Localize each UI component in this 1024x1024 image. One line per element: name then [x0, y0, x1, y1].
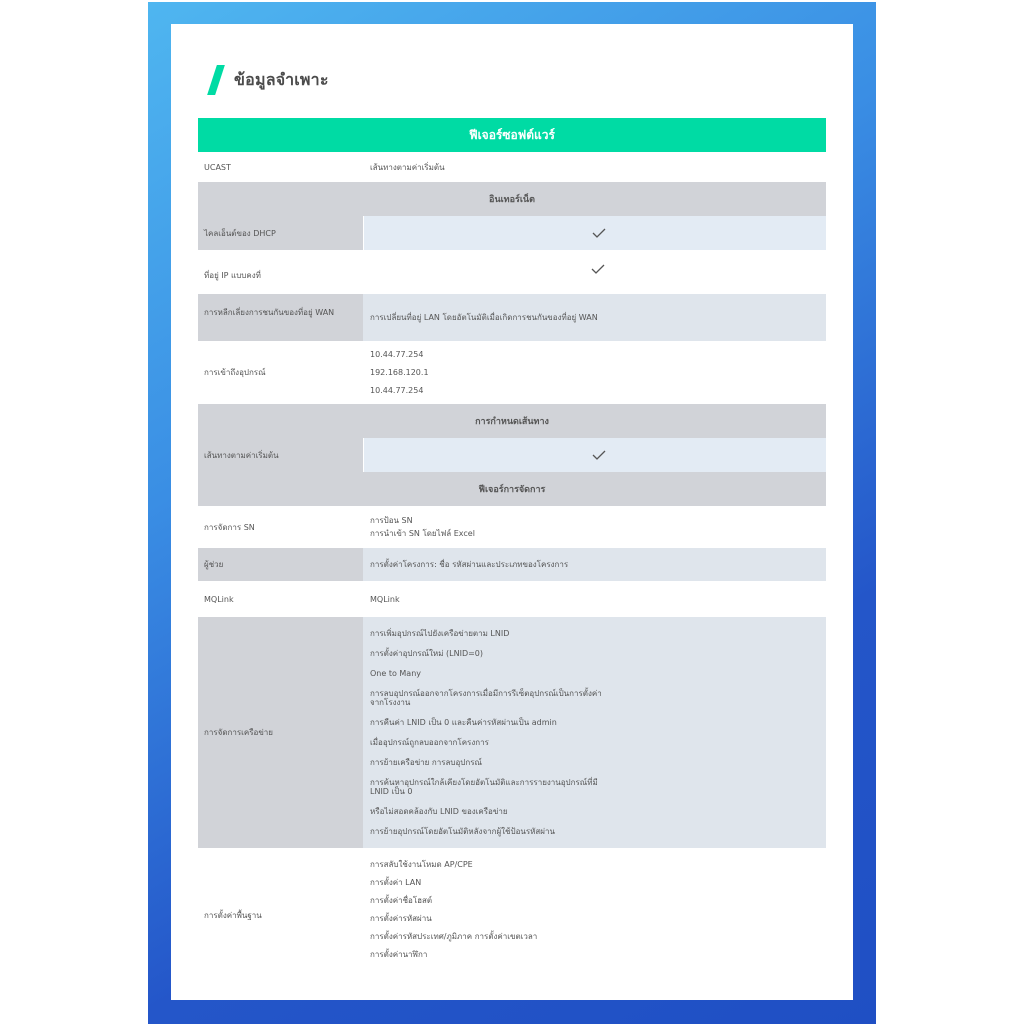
- page-title: ข้อมูลจำเพาะ: [234, 69, 329, 89]
- row-label: ผู้ช่วย: [198, 548, 363, 581]
- list-item: การตั้งค่าชื่อโฮสต์: [370, 896, 433, 905]
- row-label: การจัดการเครือข่าย: [198, 617, 363, 848]
- row-label: UCAST: [198, 152, 363, 182]
- list-item: เมื่ออุปกรณ์ถูกลบออกจากโครงการ: [370, 738, 489, 747]
- section-header-management: ฟีเจอร์การจัดการ: [198, 472, 826, 506]
- list-item: การตั้งค่ารหัสผ่าน: [370, 914, 432, 923]
- table-row: เส้นทางตามค่าเริ่มต้น: [198, 438, 826, 472]
- list-item: การลบอุปกรณ์ออกจากโครงการเมื่อมีการรีเซ็…: [370, 689, 602, 707]
- table-row: ที่อยู่ IP แบบคงที่: [198, 250, 826, 294]
- list-item: หรือไม่สอดคล้องกับ LNID ของเครือข่าย: [370, 807, 508, 816]
- list-item: การตั้งค่านาฬิกา: [370, 950, 428, 959]
- row-value: การตั้งค่าโครงการ: ชื่อ รหัสผ่านและประเภ…: [363, 548, 826, 581]
- row-label: เส้นทางตามค่าเริ่มต้น: [198, 438, 363, 472]
- section-header-internet: อินเทอร์เน็ต: [198, 182, 826, 216]
- table-row: UCAST เส้นทางตามค่าเริ่มต้น: [198, 152, 826, 182]
- list-item: การนำเข้า SN โดยไฟล์ Excel: [370, 529, 475, 538]
- ip-address: 192.168.120.1: [370, 368, 429, 377]
- row-value: การเพิ่มอุปกรณ์ไปยังเครือข่ายตาม LNID การ…: [363, 617, 826, 848]
- row-label: ไคลเอ็นต์ของ DHCP: [198, 216, 363, 250]
- table-row: การจัดการเครือข่าย การเพิ่มอุปกรณ์ไปยังเ…: [198, 617, 826, 848]
- row-value: [363, 216, 826, 250]
- list-item: การตั้งค่ารหัสประเทศ/ภูมิภาค การตั้งค่าเ…: [370, 932, 538, 941]
- heading-accent-bar: [207, 65, 225, 95]
- row-label: MQLink: [198, 581, 363, 617]
- list-item: การสลับใช้งานโหมด AP/CPE: [370, 860, 473, 869]
- list-item: การย้ายอุปกรณ์โดยอัตโนมัติหลังจากผู้ใช้ป…: [370, 827, 555, 836]
- row-value: [363, 438, 826, 472]
- table-row: การเข้าถึงอุปกรณ์ 10.44.77.254 192.168.1…: [198, 341, 826, 404]
- table-row: การจัดการ SN การป้อน SN การนำเข้า SN โดย…: [198, 506, 826, 548]
- heading: ข้อมูลจำเพาะ: [207, 64, 329, 96]
- table-row: ไคลเอ็นต์ของ DHCP: [198, 216, 826, 250]
- row-value: เส้นทางตามค่าเริ่มต้น: [363, 152, 826, 182]
- section-header-routing: การกำหนดเส้นทาง: [198, 404, 826, 438]
- ip-address: 10.44.77.254: [370, 350, 424, 359]
- check-icon: [371, 450, 826, 460]
- table-row: การตั้งค่าพื้นฐาน การสลับใช้งานโหมด AP/C…: [198, 848, 826, 982]
- list-item: One to Many: [370, 669, 422, 678]
- table-row: MQLink MQLink: [198, 581, 826, 617]
- list-item: การย้ายเครือข่าย การลบอุปกรณ์: [370, 758, 482, 767]
- row-value: การสลับใช้งานโหมด AP/CPE การตั้งค่า LAN กา…: [363, 848, 826, 982]
- check-icon: [371, 228, 826, 238]
- table-title: ฟีเจอร์ซอฟต์แวร์: [198, 118, 826, 152]
- row-value: 10.44.77.254 192.168.120.1 10.44.77.254: [363, 341, 826, 404]
- row-value: MQLink: [363, 581, 826, 617]
- check-icon: [370, 264, 826, 274]
- table-row: การหลีกเลี่ยงการชนกันของที่อยู่ WAN การเ…: [198, 294, 826, 341]
- row-label: การจัดการ SN: [198, 506, 363, 548]
- list-item: การป้อน SN: [370, 516, 413, 525]
- row-value: [363, 250, 826, 294]
- row-label: การเข้าถึงอุปกรณ์: [198, 341, 363, 404]
- row-value: การป้อน SN การนำเข้า SN โดยไฟล์ Excel: [363, 506, 826, 548]
- list-item: การตั้งค่าอุปกรณ์ใหม่ (LNID=0): [370, 649, 484, 658]
- list-item: การค้นหาอุปกรณ์ใกล้เคียงโดยอัตโนมัติและก…: [370, 778, 598, 796]
- row-label: การหลีกเลี่ยงการชนกันของที่อยู่ WAN: [198, 294, 363, 341]
- table-row: ผู้ช่วย การตั้งค่าโครงการ: ชื่อ รหัสผ่าน…: [198, 548, 826, 581]
- row-label: การตั้งค่าพื้นฐาน: [198, 848, 363, 982]
- list-item: การตั้งค่า LAN: [370, 878, 422, 887]
- row-label: ที่อยู่ IP แบบคงที่: [198, 250, 363, 294]
- list-item: การคืนค่า LNID เป็น 0 และคืนค่ารหัสผ่านเ…: [370, 718, 557, 727]
- row-value: การเปลี่ยนที่อยู่ LAN โดยอัตโนมัติเมื่อเ…: [363, 294, 826, 341]
- list-item: การเพิ่มอุปกรณ์ไปยังเครือข่ายตาม LNID: [370, 629, 510, 638]
- spec-table: ฟีเจอร์ซอฟต์แวร์ UCAST เส้นทางตามค่าเริ่…: [198, 118, 826, 982]
- ip-address: 10.44.77.254: [370, 386, 424, 395]
